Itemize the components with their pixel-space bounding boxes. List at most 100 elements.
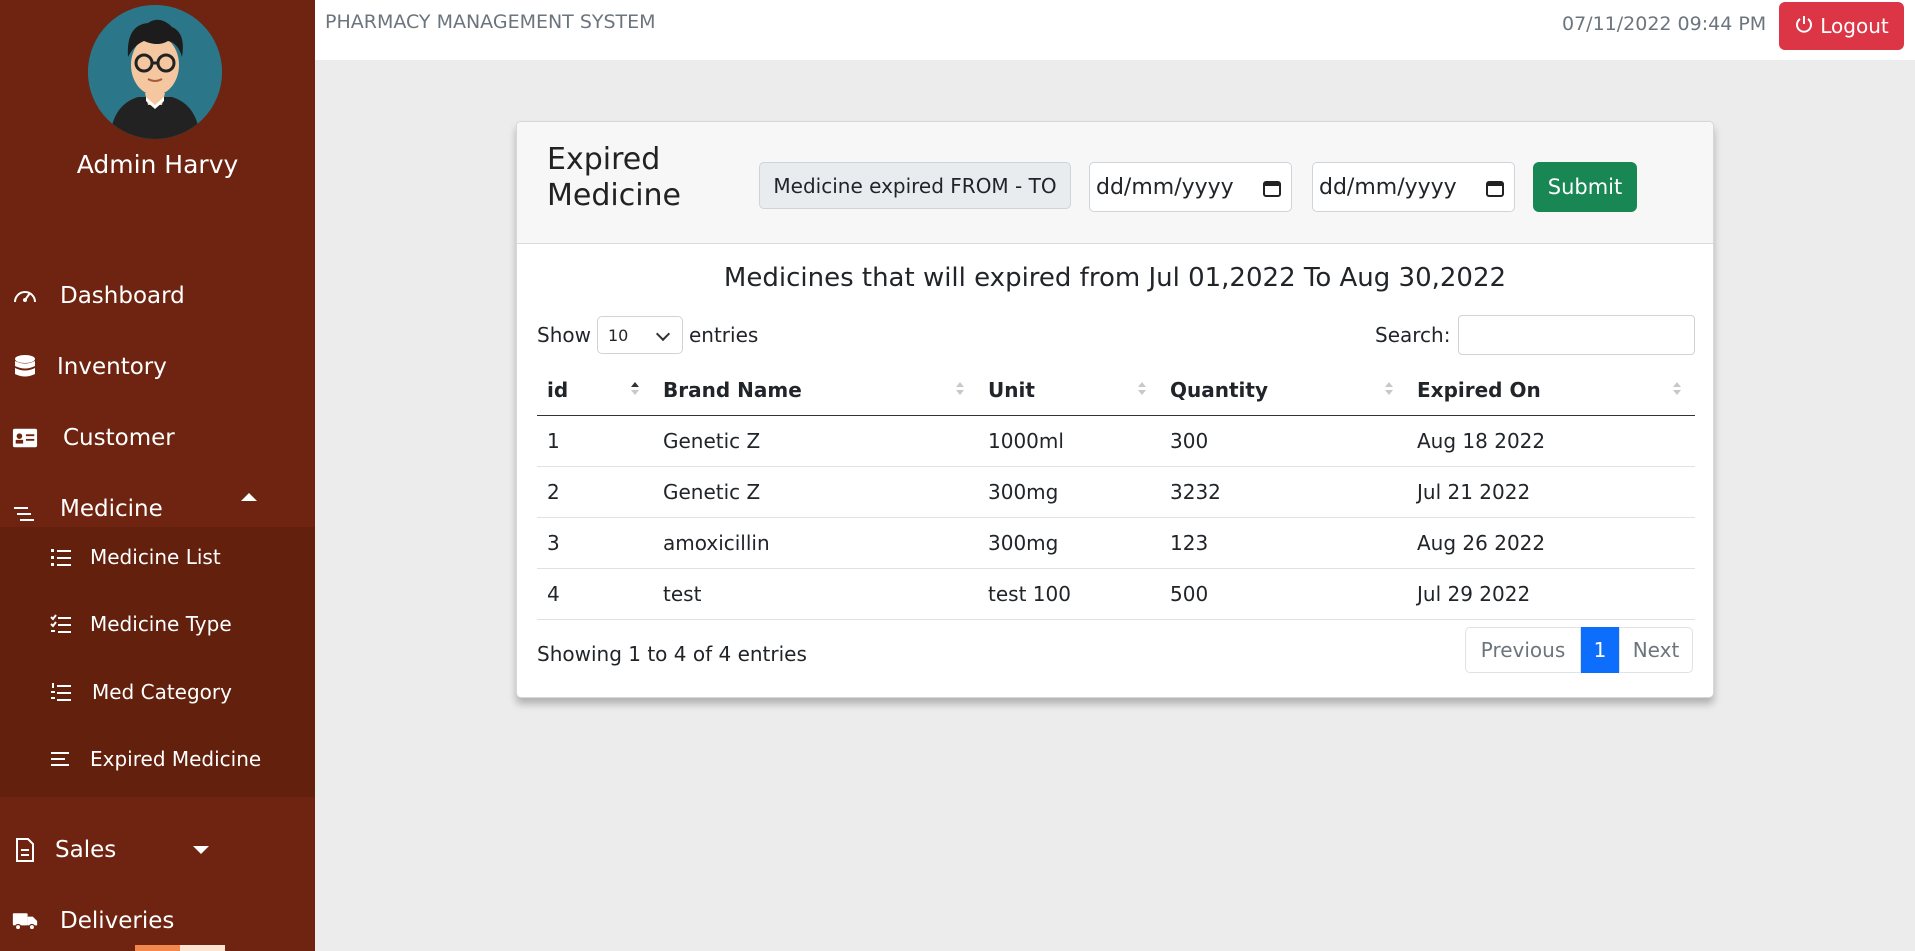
date-range-label: Medicine expired FROM - TO [759,162,1071,209]
sidebar-item-inventory[interactable]: Inventory [0,337,315,397]
sidebar-item-label: Deliveries [60,908,175,934]
sidebar-item-sales[interactable]: Sales [0,820,315,880]
entries-label: entries [688,323,759,347]
submenu-item-expired-medicine[interactable]: Expired Medicine [0,729,315,789]
sort-icon [956,382,964,396]
sidebar-item-deliveries[interactable]: Deliveries [0,891,315,951]
entries-length-control: Show 10 entries [537,315,758,355]
datetime: 07/11/2022 09:44 PM [1562,13,1767,35]
next-page-button[interactable]: Next [1619,627,1693,673]
show-label: Show [537,323,591,347]
cell-unit: 300mg [978,466,1160,518]
column-header-brand-name[interactable]: Brand Name [653,365,978,416]
cell-brand-name: Genetic Z [653,466,978,518]
speedometer-icon [12,283,38,309]
card-header: Expired Medicine Medicine expired FROM -… [517,122,1713,244]
sidebar-item-label: Medicine [60,496,163,522]
cell-expired-on: Aug 18 2022 [1407,415,1695,467]
cell-unit: 300mg [978,517,1160,569]
sidebar-item-dashboard[interactable]: Dashboard [0,266,315,326]
column-header-label: Unit [988,377,1035,402]
logout-label: Logout [1820,14,1889,38]
user-name: Admin Harvy [76,150,239,179]
table-info: Showing 1 to 4 of 4 entries [537,642,807,666]
cell-brand-name: Genetic Z [653,415,978,467]
table-row: 4 test test 100 500 Jul 29 2022 [537,568,1695,620]
table-row: 1 Genetic Z 1000ml 300 Aug 18 2022 [537,415,1695,467]
column-header-unit[interactable]: Unit [978,365,1160,416]
calendar-icon[interactable] [1263,178,1281,197]
table-header-row: id Brand Name Unit Quantity Expired On [537,365,1695,416]
sidebar-item-label: Customer [63,425,175,451]
column-header-label: Expired On [1417,377,1541,402]
expired-medicine-table: id Brand Name Unit Quantity Expired On 1… [537,365,1695,620]
medicine-submenu: Medicine List Medicine Type Med Category… [0,527,315,797]
cell-id: 2 [537,466,653,518]
sidebar-item-label: Dashboard [60,283,185,309]
cell-id: 3 [537,517,653,569]
date-from-placeholder: dd/mm/yyyy [1096,174,1234,200]
expired-medicine-card: Expired Medicine Medicine expired FROM -… [516,121,1714,698]
checklist-icon [50,613,72,635]
submenu-item-med-category[interactable]: Med Category [0,662,315,722]
cell-expired-on: Aug 26 2022 [1407,517,1695,569]
column-header-expired-on[interactable]: Expired On [1407,365,1695,416]
table-row: 2 Genetic Z 300mg 3232 Jul 21 2022 [537,466,1695,518]
menu-lines-icon [12,501,38,527]
date-from-input[interactable]: dd/mm/yyyy [1089,162,1292,212]
logout-button[interactable]: Logout [1779,2,1904,50]
scroll-indicator [180,945,225,951]
sidebar: Admin Harvy Dashboard Inventory Customer… [0,0,315,951]
previous-page-button[interactable]: Previous [1465,627,1581,673]
database-icon [12,354,38,380]
cell-quantity: 3232 [1160,466,1407,518]
submenu-item-label: Expired Medicine [90,747,262,771]
scroll-indicator [135,945,180,951]
cell-unit: test 100 [978,568,1160,620]
sidebar-item-customer[interactable]: Customer [0,408,315,468]
receipt-icon [12,837,38,863]
column-header-quantity[interactable]: Quantity [1160,365,1407,416]
submenu-item-medicine-list[interactable]: Medicine List [0,527,315,587]
submit-button[interactable]: Submit [1533,162,1637,212]
id-card-icon [12,425,38,451]
truck-icon [12,908,38,934]
numbered-list-icon [50,681,72,703]
cell-quantity: 123 [1160,517,1407,569]
submenu-item-label: Medicine List [90,545,221,569]
cell-expired-on: Jul 29 2022 [1407,568,1695,620]
sort-icon [1138,382,1146,396]
cell-expired-on: Jul 21 2022 [1407,466,1695,518]
cell-brand-name: amoxicillin [653,517,978,569]
sort-icon [1673,382,1681,396]
cell-quantity: 300 [1160,415,1407,467]
entries-value: 10 [607,325,629,345]
top-bar: PHARMACY MANAGEMENT SYSTEM 07/11/2022 09… [315,0,1915,60]
avatar [88,5,222,139]
cell-unit: 1000ml [978,415,1160,467]
page-1-button[interactable]: 1 [1581,627,1619,673]
submenu-item-medicine-type[interactable]: Medicine Type [0,594,315,654]
page-title: Expired Medicine [547,142,682,213]
submenu-item-label: Medicine Type [90,612,232,636]
chevron-down-icon [193,846,209,854]
sidebar-item-label: Sales [55,837,117,863]
search-input[interactable] [1458,315,1696,355]
sidebar-item-label: Inventory [57,354,167,380]
date-to-input[interactable]: dd/mm/yyyy [1312,162,1515,212]
search-label: Search: [1375,323,1451,347]
list-icon [50,546,72,568]
calendar-icon[interactable] [1486,178,1504,197]
cell-quantity: 500 [1160,568,1407,620]
column-header-id[interactable]: id [537,365,653,416]
column-header-label: id [547,377,569,402]
power-icon [1794,14,1814,39]
chevron-up-icon [241,493,257,501]
sort-icon [1385,382,1393,396]
entries-select[interactable]: 10 [596,316,683,354]
system-title: PHARMACY MANAGEMENT SYSTEM [325,11,656,33]
sort-icon [631,382,639,396]
result-heading: Medicines that will expired from Jul 01,… [723,263,1507,293]
pagination: Previous 1 Next [1465,627,1693,673]
table-search: Search: [1375,315,1696,355]
